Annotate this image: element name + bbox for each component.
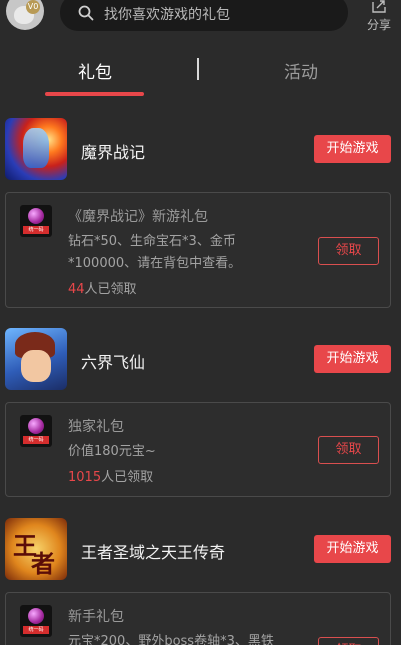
search-icon xyxy=(78,5,94,21)
share-label: 分享 xyxy=(366,18,391,32)
gift-card: 统一码 《魔界战记》新游礼包 钻石*50、生命宝石*3、金币 *100000、请… xyxy=(5,192,391,308)
gift-title: 《魔界战记》新游礼包 xyxy=(68,209,208,225)
gift-icon: 统一码 xyxy=(20,415,52,447)
tab-bar: 礼包 活动 xyxy=(0,36,401,98)
game-name: 六界飞仙 xyxy=(81,353,146,372)
start-game-button[interactable]: 开始游戏 xyxy=(314,135,391,163)
game-name: 王者圣域之天王传奇 xyxy=(81,543,226,562)
gift-title: 新手礼包 xyxy=(68,609,124,625)
avatar[interactable]: V0 xyxy=(6,0,44,30)
tab-divider xyxy=(197,58,199,80)
claimed-count: 1015人已领取 xyxy=(68,470,154,485)
game-icon[interactable] xyxy=(5,118,67,180)
gift-icon-tag: 统一码 xyxy=(23,226,49,234)
start-game-button[interactable]: 开始游戏 xyxy=(314,345,391,373)
start-game-button[interactable]: 开始游戏 xyxy=(314,535,391,563)
top-bar: V0 找你喜欢游戏的礼包 分享 xyxy=(0,0,401,36)
gift-icon-tag: 统一码 xyxy=(23,626,49,634)
tab-events[interactable]: 活动 xyxy=(284,58,318,83)
game-name: 魔界战记 xyxy=(81,143,146,162)
share-button[interactable]: 分享 xyxy=(362,0,396,34)
game-row: 王 者 王者圣域之天王传奇 开始游戏 xyxy=(0,518,401,582)
tab-gifts[interactable]: 礼包 xyxy=(78,58,112,83)
claimed-count: 44人已领取 xyxy=(68,282,137,297)
gift-title: 独家礼包 xyxy=(68,419,124,435)
active-tab-indicator xyxy=(45,92,144,96)
gift-icon: 统一码 xyxy=(20,205,52,237)
vip-badge: V0 xyxy=(26,0,40,14)
search-placeholder: 找你喜欢游戏的礼包 xyxy=(104,7,230,23)
gift-description: 钻石*50、生命宝石*3、金币 *100000、请在背包中查看。 xyxy=(68,234,242,271)
game-row: 六界飞仙 开始游戏 xyxy=(0,328,401,392)
gift-description: 元宝*200、野外boss卷轴*3、黑铁 xyxy=(68,634,274,645)
game-icon[interactable] xyxy=(5,328,67,390)
gift-icon-tag: 统一码 xyxy=(23,436,49,444)
game-icon[interactable]: 王 者 xyxy=(5,518,67,580)
claim-button[interactable]: 领取 xyxy=(318,237,379,265)
gift-card: 统一码 新手礼包 元宝*200、野外boss卷轴*3、黑铁 领取 xyxy=(5,592,391,645)
claim-button[interactable]: 领取 xyxy=(318,436,379,464)
claim-button[interactable]: 领取 xyxy=(318,637,379,645)
gift-card: 统一码 独家礼包 价值180元宝~ 1015人已领取 领取 xyxy=(5,402,391,497)
search-input[interactable]: 找你喜欢游戏的礼包 xyxy=(60,0,348,31)
gift-description: 价值180元宝~ xyxy=(68,444,156,459)
game-row: 魔界战记 开始游戏 xyxy=(0,118,401,182)
share-icon xyxy=(372,0,386,13)
gift-icon: 统一码 xyxy=(20,605,52,637)
